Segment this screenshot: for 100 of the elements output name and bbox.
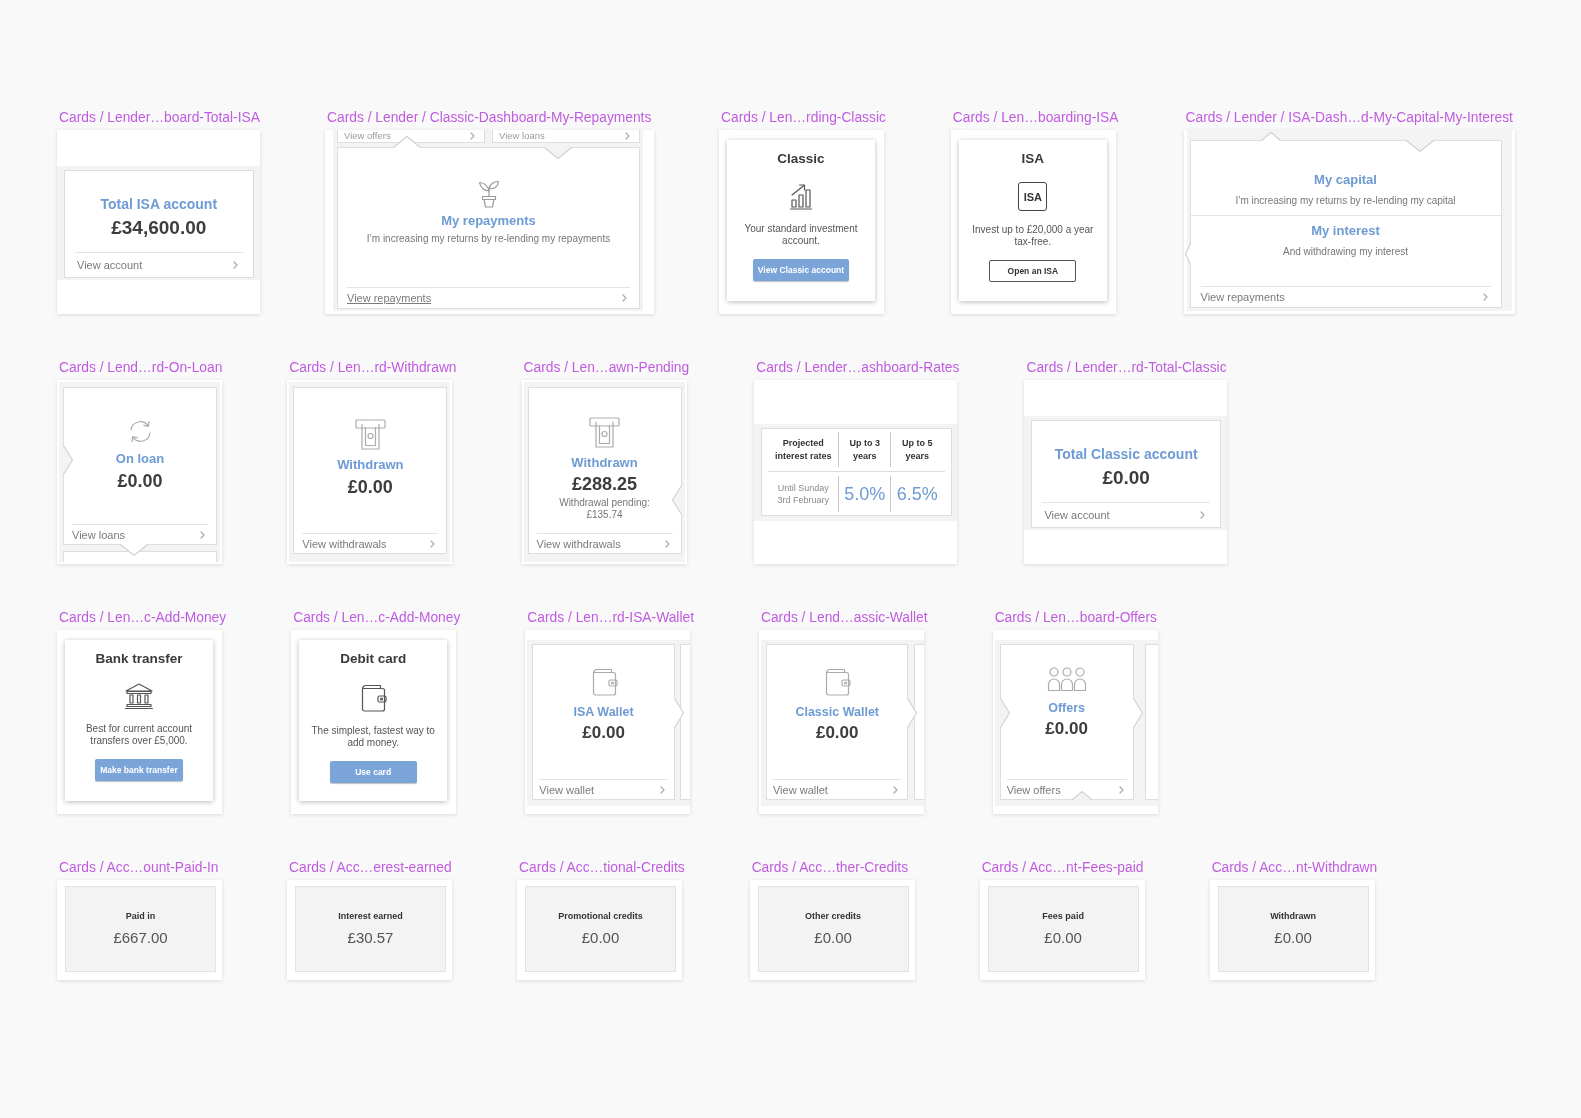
card-description: And withdrawing my interest xyxy=(1283,244,1409,258)
artboard-label: Cards / Lend…rd-On-Loan xyxy=(59,361,223,375)
amount-value: £34,600.00 xyxy=(111,216,207,240)
chevron-right-icon xyxy=(1482,293,1488,301)
card-title: Offers xyxy=(1048,700,1086,716)
view-link[interactable]: View repayments xyxy=(347,287,630,308)
bank-icon xyxy=(124,682,154,710)
table-cell: 5.0% xyxy=(838,476,891,512)
chevron-right-icon xyxy=(893,785,899,794)
card-title: Interest earned xyxy=(338,910,403,923)
amount-value: £0.00 xyxy=(582,722,625,744)
card-title: Withdrawn xyxy=(337,457,404,473)
card-title: ISA xyxy=(1021,150,1045,168)
amount-value: £0.00 xyxy=(1102,466,1150,490)
view-link[interactable]: View repayments xyxy=(1200,286,1491,307)
table-cell: 6.5% xyxy=(890,476,944,512)
card-note: Withdrawal pending: £135.74 xyxy=(558,497,651,521)
product-badge: ISA xyxy=(1018,182,1048,211)
card-title: Withdrawn xyxy=(571,455,638,471)
amount-value: £0.00 xyxy=(581,929,620,947)
artboard-label: Cards / Acc…nt-Fees-paid xyxy=(981,861,1144,875)
wallet-icon xyxy=(359,682,388,712)
plant-pot-icon xyxy=(476,178,501,208)
amount-value: £0.00 xyxy=(814,929,852,947)
artboard-label: Cards / Lender…rd-Total-Classic xyxy=(1026,361,1227,375)
chevron-right-icon xyxy=(622,294,627,302)
artboard-label: Cards / Len…awn-Pending xyxy=(523,361,690,375)
artboard-label: Cards / Len…rd-ISA-Wallet xyxy=(527,611,694,625)
column-header: Projected interest rates xyxy=(773,436,833,463)
action-button[interactable]: View Classic account xyxy=(752,259,850,281)
card-title: Total ISA account xyxy=(100,195,218,213)
artboard-label: Cards / Acc…ount-Paid-In xyxy=(59,861,219,875)
card-title: ISA Wallet xyxy=(573,704,634,720)
card-title: My repayments xyxy=(441,213,536,229)
view-link[interactable]: View account xyxy=(1042,502,1210,527)
action-button[interactable]: Use card xyxy=(329,761,417,783)
chevron-right-icon xyxy=(625,132,630,140)
artboard-label: Cards / Lend…assic-Wallet xyxy=(761,611,928,625)
card-description: Best for current account transfers over £5,000. xyxy=(84,723,194,747)
artboard-label: Cards / Len…boarding-ISA xyxy=(952,111,1119,125)
card-title: My capital xyxy=(1314,171,1377,188)
card-description: Invest up to £20,000 a year tax-free. xyxy=(971,224,1095,248)
chevron-right-icon xyxy=(664,539,670,548)
card-description: I’m increasing my returns by re-lending my repayments xyxy=(366,232,611,245)
artboard-label: Cards / Lender / Classic-Dashboard-My-Repayments xyxy=(327,111,652,125)
table-cell-text: Until Sunday 3rd February xyxy=(776,481,830,507)
chevron-right-icon xyxy=(1118,785,1124,794)
card-title: Classic Wallet xyxy=(795,704,880,720)
chevron-right-icon xyxy=(470,132,475,140)
artboard-label: Cards / Len…rd-Withdrawn xyxy=(289,361,457,375)
artboard-label: Cards / Len…rding-Classic xyxy=(721,111,886,125)
card-title: Fees paid xyxy=(1042,910,1084,923)
card-title: Promotional credits xyxy=(558,910,643,923)
action-button[interactable]: Make bank transfer xyxy=(95,759,183,781)
chevron-right-icon xyxy=(659,785,665,794)
cash-slot-icon xyxy=(589,417,620,448)
chevron-right-icon xyxy=(430,539,436,548)
bar-chart-icon xyxy=(789,182,813,210)
people-icon xyxy=(1046,666,1087,692)
amount-value: £0.00 xyxy=(1274,929,1312,947)
column-header: Up to 5 years xyxy=(890,432,944,467)
adjacent-card-link[interactable]: View loans xyxy=(492,130,640,143)
card-title: Debit card xyxy=(340,650,407,668)
card-description: Your standard investment account. xyxy=(743,223,859,247)
action-button[interactable]: Open an ISA xyxy=(989,260,1077,282)
artboard-label: Cards / Acc…ther-Credits xyxy=(751,861,909,875)
card-title: Paid in xyxy=(125,910,156,923)
amount-value: £0.00 xyxy=(1044,929,1082,947)
card-description: I’m increasing my returns by re-lending my capital xyxy=(1235,193,1456,207)
amount-value: £0.00 xyxy=(1045,718,1088,740)
amount-value: £288.25 xyxy=(571,473,638,495)
artboard-label: Cards / Acc…erest-earned xyxy=(289,861,452,875)
card-title: Classic xyxy=(777,150,825,168)
artboard-label: Cards / Len…c-Add-Money xyxy=(293,611,461,625)
cash-slot-icon xyxy=(354,419,386,450)
card-title: Bank transfer xyxy=(95,650,183,668)
view-link[interactable]: View wallet xyxy=(773,779,902,799)
card-title: Withdrawn xyxy=(1270,910,1317,923)
chevron-right-icon xyxy=(232,261,238,269)
column-header: Up to 3 years xyxy=(838,432,891,467)
chevron-right-icon xyxy=(1199,511,1205,519)
amount-value: £0.00 xyxy=(117,470,163,493)
artboard-label: Cards / Acc…nt-Withdrawn xyxy=(1211,861,1378,875)
view-link[interactable]: View wallet xyxy=(539,779,668,799)
artboard-label: Cards / Acc…tional-Credits xyxy=(519,861,685,875)
amount-value: £0.00 xyxy=(347,476,393,499)
card-title: On loan xyxy=(115,451,165,467)
view-link[interactable]: View withdrawals xyxy=(536,533,673,553)
artboard-label: Cards / Len…c-Add-Money xyxy=(59,611,227,625)
card-description: The simplest, fastest way to add money. xyxy=(310,725,436,749)
artboard-label: Cards / Len…board-Offers xyxy=(994,611,1157,625)
amount-value: £30.57 xyxy=(347,929,394,947)
chevron-right-icon xyxy=(200,530,205,539)
card-title: Other credits xyxy=(805,910,862,923)
artboard-label: Cards / Lender…ashboard-Rates xyxy=(756,361,960,375)
view-link[interactable]: View account xyxy=(75,252,243,277)
artboard-label: Cards / Lender…board-Total-ISA xyxy=(59,111,260,125)
card-title: Total Classic account xyxy=(1054,445,1198,463)
view-link[interactable]: View withdrawals xyxy=(302,533,439,553)
card-title: My interest xyxy=(1311,222,1380,239)
